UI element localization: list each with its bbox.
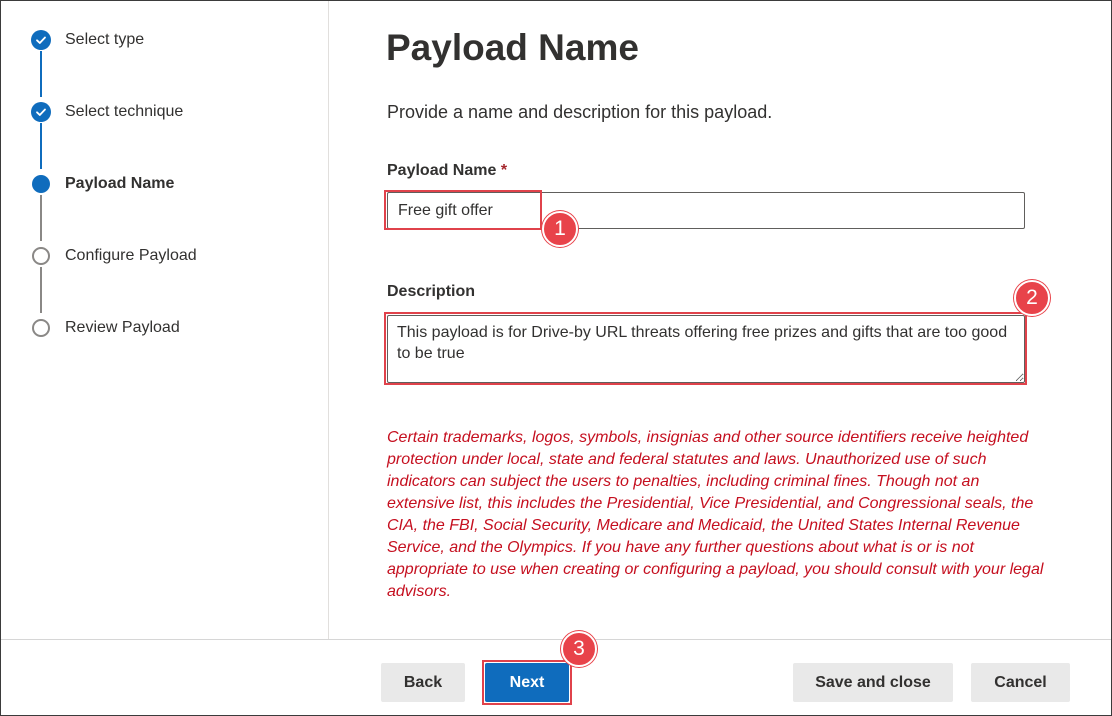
current-step-dot-icon bbox=[32, 175, 50, 193]
description-textarea[interactable]: This payload is for Drive-by URL threats… bbox=[387, 315, 1025, 383]
step-select-technique[interactable]: Select technique bbox=[31, 101, 183, 123]
trademark-warning-text: Certain trademarks, logos, symbols, insi… bbox=[387, 429, 1044, 600]
step-payload-name[interactable]: Payload Name bbox=[31, 173, 174, 195]
step-connector bbox=[40, 267, 42, 313]
step-label: Configure Payload bbox=[65, 247, 197, 264]
checkmark-icon bbox=[31, 102, 51, 122]
step-connector bbox=[40, 123, 42, 169]
step-label: Select type bbox=[65, 31, 145, 48]
payload-name-label-text: Payload Name bbox=[387, 162, 497, 179]
step-select-type[interactable]: Select type bbox=[31, 29, 144, 51]
payload-name-label: Payload Name * bbox=[387, 162, 507, 180]
page-title: Payload Name bbox=[386, 27, 639, 68]
annotation-badge-1: 1 bbox=[542, 211, 578, 247]
step-label: Select technique bbox=[65, 103, 184, 120]
step-connector bbox=[40, 195, 42, 241]
next-button[interactable]: Next bbox=[485, 663, 569, 702]
step-label: Review Payload bbox=[65, 319, 180, 336]
description-label: Description bbox=[387, 283, 476, 300]
page-subtitle: Provide a name and description for this … bbox=[387, 102, 773, 122]
pending-step-circle-icon bbox=[32, 319, 50, 337]
annotation-badge-2: 2 bbox=[1014, 280, 1050, 316]
payload-name-input[interactable] bbox=[387, 192, 1025, 229]
pending-step-circle-icon bbox=[32, 247, 50, 265]
step-connector bbox=[40, 51, 42, 97]
wizard-window: Select type Select technique Payload Nam… bbox=[0, 0, 1112, 716]
annotation-badge-3: 3 bbox=[561, 631, 597, 667]
back-button[interactable]: Back bbox=[381, 663, 465, 702]
cancel-button[interactable]: Cancel bbox=[971, 663, 1070, 702]
required-marker: * bbox=[500, 162, 508, 179]
step-review-payload[interactable]: Review Payload bbox=[31, 317, 180, 339]
wizard-footer: Back Next Save and close Cancel bbox=[1, 639, 1111, 715]
step-configure-payload[interactable]: Configure Payload bbox=[31, 245, 197, 267]
step-label: Payload Name bbox=[65, 175, 175, 192]
save-and-close-button[interactable]: Save and close bbox=[793, 663, 953, 702]
wizard-stepper: Select type Select technique Payload Nam… bbox=[1, 1, 329, 639]
checkmark-icon bbox=[31, 30, 51, 50]
